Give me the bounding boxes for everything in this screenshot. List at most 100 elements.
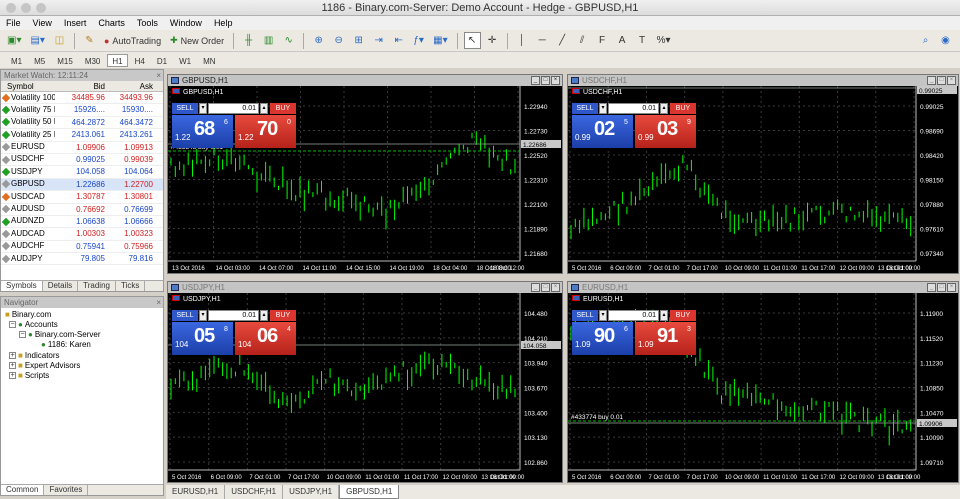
buy-button[interactable]: BUY: [670, 103, 696, 114]
chart-tab-gbpusd[interactable]: GBPUSD,H1: [339, 485, 400, 499]
sell-price-box[interactable]: 104 05 8: [172, 322, 233, 355]
menu-window[interactable]: Window: [170, 16, 202, 30]
cursor-icon[interactable]: ↖: [463, 32, 481, 49]
bar-chart-icon[interactable]: ╫: [240, 32, 257, 49]
menu-insert[interactable]: Insert: [64, 16, 87, 30]
candlestick-icon[interactable]: ▥: [260, 32, 277, 49]
buy-button[interactable]: BUY: [670, 310, 696, 321]
menu-charts[interactable]: Charts: [98, 16, 125, 30]
volume-input[interactable]: 0.01: [208, 103, 259, 114]
indicators-icon[interactable]: ƒ▾: [410, 32, 427, 49]
sell-button[interactable]: SELL: [572, 310, 598, 321]
buy-price-box[interactable]: 104 06 4: [235, 322, 296, 355]
tree-item-account[interactable]: ● 1186: Karen: [41, 340, 91, 349]
column-header-ask[interactable]: Ask: [107, 81, 155, 91]
new-order-button[interactable]: ✚ New Order: [167, 32, 227, 49]
expand-icon[interactable]: +: [9, 372, 16, 379]
market-watch-row[interactable]: USDCAD 1.30787 1.30801: [1, 191, 163, 204]
minimize-icon[interactable]: _: [531, 283, 540, 292]
buy-button[interactable]: BUY: [270, 310, 296, 321]
volume-up-icon[interactable]: ▴: [260, 103, 268, 114]
volume-input[interactable]: 0.01: [208, 310, 259, 321]
profiles-icon[interactable]: ▤▾: [27, 32, 47, 49]
line-chart-icon[interactable]: ∿: [280, 32, 297, 49]
market-watch-row[interactable]: USDJPY 104.058 104.064: [1, 166, 163, 179]
volume-input[interactable]: 0.01: [608, 103, 659, 114]
expand-icon[interactable]: +: [9, 352, 16, 359]
tab-symbols[interactable]: Symbols: [1, 281, 43, 291]
maximize-icon[interactable]: □: [541, 283, 550, 292]
maximize-icon[interactable]: □: [937, 76, 946, 85]
chart-shift-icon[interactable]: ⇤: [390, 32, 407, 49]
market-watch-row[interactable]: Volatility 75 Index 15926.... 15930....: [1, 104, 163, 117]
tab-common[interactable]: Common: [1, 485, 45, 495]
tab-ticks[interactable]: Ticks: [116, 281, 146, 291]
new-chart-icon[interactable]: ▣▾: [4, 32, 24, 49]
text-icon[interactable]: A: [614, 32, 631, 49]
vertical-line-icon[interactable]: │: [514, 32, 531, 49]
tab-details[interactable]: Details: [43, 281, 79, 291]
sell-price-box[interactable]: 1.22 68 6: [172, 115, 233, 148]
maximize-window-button[interactable]: [36, 3, 46, 13]
market-watch-row[interactable]: GBPUSD 1.22686 1.22700: [1, 178, 163, 192]
minimize-icon[interactable]: _: [927, 283, 936, 292]
minimize-icon[interactable]: _: [927, 76, 936, 85]
tab-trading[interactable]: Trading: [78, 281, 116, 291]
collapse-icon[interactable]: −: [9, 321, 16, 328]
chart-window-title-bar[interactable]: USDJPY,H1 _ □ ×: [168, 282, 562, 293]
market-watch-row[interactable]: Volatility 50 Index 464.2872 464.3472: [1, 117, 163, 130]
sell-button[interactable]: SELL: [572, 103, 598, 114]
market-watch-row[interactable]: Volatility 100 In... 34485.96 34493.96: [1, 92, 163, 105]
minimize-icon[interactable]: _: [531, 76, 540, 85]
buy-price-box[interactable]: 0.99 03 9: [635, 115, 696, 148]
expand-icon[interactable]: +: [9, 362, 16, 369]
menu-file[interactable]: File: [6, 16, 21, 30]
market-watch-row[interactable]: AUDCAD 1.00303 1.00323: [1, 228, 163, 241]
chart-window-eurusd[interactable]: EURUSD,H1 _ □ × 1.11900 1.11520 1.11230 1.10850…: [567, 281, 959, 483]
autotrading-button[interactable]: ● AutoTrading: [101, 32, 164, 49]
buy-price-box[interactable]: 1.09 91 3: [635, 322, 696, 355]
tree-item-root[interactable]: ■ Binary.com: [5, 310, 51, 319]
sell-price-box[interactable]: 0.99 02 5: [572, 115, 633, 148]
market-watch-row[interactable]: Volatility 25 Index 2413.061 2413.261: [1, 129, 163, 142]
buy-price-box[interactable]: 1.22 70 0: [235, 115, 296, 148]
volume-down-icon[interactable]: ▾: [599, 103, 607, 114]
timeframe-d1[interactable]: D1: [152, 54, 172, 67]
chat-icon[interactable]: ◉: [937, 32, 954, 49]
menu-tools[interactable]: Tools: [137, 16, 158, 30]
column-header-bid[interactable]: Bid: [55, 81, 107, 91]
timeframe-m30[interactable]: M30: [80, 54, 106, 67]
market-watch-icon[interactable]: ◫: [51, 32, 68, 49]
timeframe-m15[interactable]: M15: [52, 54, 78, 67]
volume-down-icon[interactable]: ▾: [199, 310, 207, 321]
tree-item-accounts[interactable]: − ● Accounts: [9, 320, 58, 329]
chart-window-title-bar[interactable]: USDCHF,H1 _ □ ×: [568, 75, 958, 86]
chart-window-title-bar[interactable]: GBPUSD,H1 _ □ ×: [168, 75, 562, 86]
timeframe-m5[interactable]: M5: [29, 54, 50, 67]
market-watch-row[interactable]: AUDUSD 0.76692 0.76699: [1, 204, 163, 216]
close-icon[interactable]: ×: [156, 297, 161, 308]
market-watch-row[interactable]: AUDJPY 79.805 79.816: [1, 253, 163, 266]
chart-window-gbpusd[interactable]: GBPUSD,H1 _ □ × 1.22940 1.22730 1.22520 1.22310…: [167, 74, 563, 274]
tab-favorites[interactable]: Favorites: [44, 485, 89, 495]
label-icon[interactable]: T: [634, 32, 651, 49]
tree-item-server[interactable]: − ● Binary.com-Server: [19, 330, 101, 339]
tree-item-scripts[interactable]: + ■ Scripts: [9, 371, 49, 380]
auto-scroll-icon[interactable]: ⇥: [370, 32, 387, 49]
volume-up-icon[interactable]: ▴: [260, 310, 268, 321]
column-header-symbol[interactable]: Symbol: [1, 81, 55, 91]
timeframe-w1[interactable]: W1: [174, 54, 196, 67]
menu-help[interactable]: Help: [214, 16, 233, 30]
fibonacci-icon[interactable]: F: [594, 32, 611, 49]
close-icon[interactable]: ×: [947, 76, 956, 85]
chart-tab-usdjpy[interactable]: USDJPY,H1: [283, 485, 340, 499]
buy-button[interactable]: BUY: [270, 103, 296, 114]
collapse-icon[interactable]: −: [19, 331, 26, 338]
close-icon[interactable]: ×: [156, 70, 161, 81]
close-icon[interactable]: ×: [551, 76, 560, 85]
timeframe-m1[interactable]: M1: [6, 54, 27, 67]
close-icon[interactable]: ×: [947, 283, 956, 292]
templates-icon[interactable]: ▦▾: [430, 32, 450, 49]
timeframe-h1[interactable]: H1: [107, 53, 128, 67]
chart-tab-eurusd[interactable]: EURUSD,H1: [166, 485, 226, 499]
